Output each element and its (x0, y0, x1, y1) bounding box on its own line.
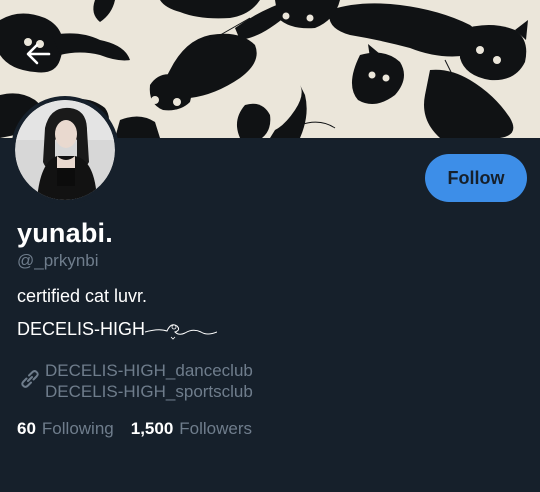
followers-stat[interactable]: 1,500 Followers (131, 419, 252, 439)
link-icon (21, 370, 39, 388)
display-name: yunabi. (17, 218, 113, 248)
link-danceclub[interactable]: DECELIS-HIGH_danceclub (45, 360, 253, 381)
avatar[interactable] (11, 96, 119, 204)
followers-count: 1,500 (130, 419, 174, 438)
bio-line-1: certified cat luvr. (17, 286, 148, 306)
follow-button[interactable]: Follow (425, 154, 527, 202)
avatar-photo (15, 100, 115, 200)
follow-stats: 60 Following 1,500 Followers (17, 419, 269, 439)
arrow-left-icon (26, 43, 51, 65)
bio-line-2: DECELIS-HIGH (17, 318, 218, 340)
link-sportsclub[interactable]: DECELIS-HIGH_sportsclub (45, 381, 253, 402)
user-handle: @_prkynbi (17, 251, 99, 270)
cat-doodle-icon (145, 324, 218, 340)
back-button[interactable] (18, 36, 58, 72)
profile-links: DECELIS-HIGH_danceclub DECELIS-HIGH_spor… (17, 360, 253, 402)
bio-line-2-text: DECELIS-HIGH (17, 319, 146, 339)
following-stat[interactable]: 60 Following (17, 419, 114, 439)
following-count: 60 (17, 419, 36, 438)
followers-label: Followers (179, 419, 253, 438)
following-label: Following (41, 419, 114, 438)
